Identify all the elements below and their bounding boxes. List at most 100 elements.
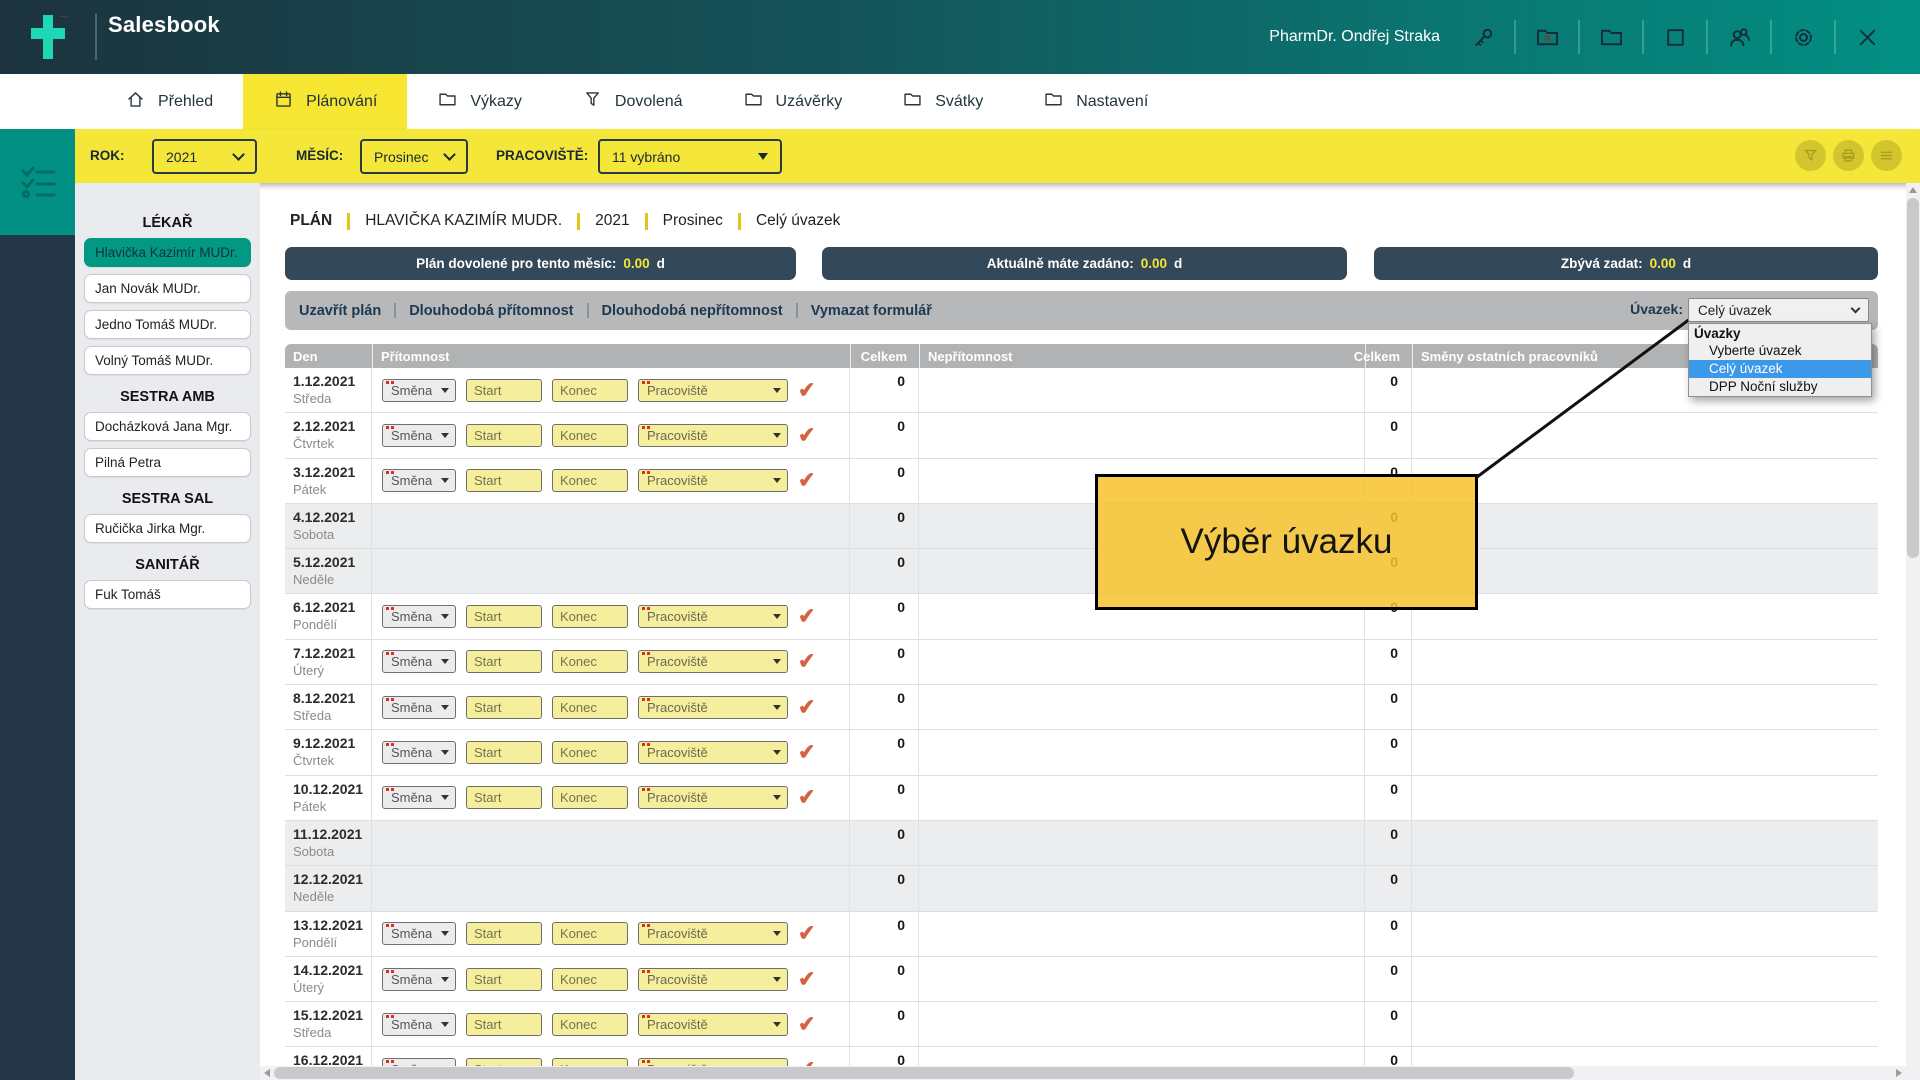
nav-tab-dovolená[interactable]: Dovolená	[552, 74, 713, 129]
smena-select[interactable]: Směna	[382, 424, 456, 447]
scroll-up-arrow[interactable]	[1909, 187, 1917, 193]
nav-tab-přehled[interactable]: Přehled	[95, 74, 243, 129]
start-input[interactable]	[466, 424, 542, 447]
menu-button[interactable]	[1871, 140, 1902, 171]
konec-input[interactable]	[552, 424, 628, 447]
smena-select[interactable]: Směna	[382, 1058, 456, 1066]
folder-new-icon[interactable]: N	[1530, 20, 1564, 54]
staff-item[interactable]: Volný Tomáš MUDr.	[84, 346, 251, 375]
nav-tab-svátky[interactable]: Svátky	[872, 74, 1013, 129]
staff-item[interactable]: Docházková Jana Mgr.	[84, 412, 251, 441]
gear-icon[interactable]	[1786, 20, 1820, 54]
pracoviste-select[interactable]: 11 vybráno	[598, 139, 782, 174]
rok-select[interactable]: 2021	[152, 139, 257, 174]
close-icon[interactable]	[1850, 20, 1884, 54]
confirm-check-icon[interactable]: ✔	[797, 1011, 816, 1037]
nav-tab-výkazy[interactable]: Výkazy	[407, 74, 552, 129]
pracoviste-select[interactable]: Pracoviště	[638, 922, 788, 945]
nav-tab-plánování[interactable]: Plánování	[243, 74, 407, 129]
pracoviste-select[interactable]: Pracoviště	[638, 379, 788, 402]
start-input[interactable]	[466, 605, 542, 628]
start-input[interactable]	[466, 379, 542, 402]
uvazek-dropdown-option[interactable]: Celý úvazek	[1689, 360, 1871, 378]
staff-item[interactable]: Hlavička Kazimír MUDr.	[84, 238, 251, 267]
confirm-check-icon[interactable]: ✔	[797, 1057, 816, 1066]
filter-button[interactable]	[1795, 140, 1826, 171]
start-input[interactable]	[466, 741, 542, 764]
smena-select[interactable]: Směna	[382, 605, 456, 628]
confirm-check-icon[interactable]: ✔	[797, 604, 816, 630]
smena-select[interactable]: Směna	[382, 741, 456, 764]
pracoviste-select[interactable]: Pracoviště	[638, 424, 788, 447]
horizontal-scrollbar-thumb[interactable]	[274, 1067, 1574, 1079]
staff-item[interactable]: Fuk Tomáš	[84, 580, 251, 609]
smena-select[interactable]: Směna	[382, 469, 456, 492]
start-input[interactable]	[466, 968, 542, 991]
nav-tab-uzávěrky[interactable]: Uzávěrky	[713, 74, 873, 129]
konec-input[interactable]	[552, 469, 628, 492]
vertical-scrollbar[interactable]	[1906, 183, 1920, 1080]
smena-select[interactable]: Směna	[382, 968, 456, 991]
konec-input[interactable]	[552, 605, 628, 628]
start-input[interactable]	[466, 786, 542, 809]
start-input[interactable]	[466, 1058, 542, 1066]
start-input[interactable]	[466, 922, 542, 945]
konec-input[interactable]	[552, 1013, 628, 1036]
folder-icon[interactable]	[1594, 20, 1628, 54]
toolbar-button[interactable]: Uzavřít plán	[299, 303, 381, 319]
pracoviste-select[interactable]: Pracoviště	[638, 650, 788, 673]
smena-select[interactable]: Směna	[382, 1013, 456, 1036]
pracoviste-select[interactable]: Pracoviště	[638, 1058, 788, 1066]
smena-select[interactable]: Směna	[382, 696, 456, 719]
pracoviste-select[interactable]: Pracoviště	[638, 696, 788, 719]
nav-tab-nastavení[interactable]: Nastavení	[1013, 74, 1178, 129]
confirm-check-icon[interactable]: ✔	[797, 785, 816, 811]
pracoviste-select[interactable]: Pracoviště	[638, 741, 788, 764]
mesic-select[interactable]: Prosinec	[360, 139, 468, 174]
pracoviste-select[interactable]: Pracoviště	[638, 605, 788, 628]
horizontal-scrollbar[interactable]	[260, 1066, 1906, 1080]
konec-input[interactable]	[552, 696, 628, 719]
confirm-check-icon[interactable]: ✔	[797, 377, 816, 403]
confirm-check-icon[interactable]: ✔	[797, 694, 816, 720]
print-button[interactable]	[1833, 140, 1864, 171]
start-input[interactable]	[466, 469, 542, 492]
uvazek-dropdown-option[interactable]: Vyberte úvazek	[1689, 342, 1871, 360]
users-icon[interactable]	[1722, 20, 1756, 54]
pracoviste-select[interactable]: Pracoviště	[638, 968, 788, 991]
sidebar-toggle-button[interactable]	[0, 129, 75, 235]
toolbar-button[interactable]: Vymazat formulář	[811, 303, 932, 319]
confirm-check-icon[interactable]: ✔	[797, 422, 816, 448]
konec-input[interactable]	[552, 968, 628, 991]
confirm-check-icon[interactable]: ✔	[797, 966, 816, 992]
scroll-right-arrow[interactable]	[1896, 1069, 1902, 1077]
uvazek-dropdown-option[interactable]: DPP Noční služby	[1689, 378, 1871, 396]
scroll-left-arrow[interactable]	[264, 1069, 270, 1077]
pracoviste-select[interactable]: Pracoviště	[638, 469, 788, 492]
square-icon[interactable]	[1658, 20, 1692, 54]
pracoviste-select[interactable]: Pracoviště	[638, 786, 788, 809]
start-input[interactable]	[466, 1013, 542, 1036]
staff-item[interactable]: Jan Novák MUDr.	[84, 274, 251, 303]
vertical-scrollbar-thumb[interactable]	[1907, 198, 1919, 558]
confirm-check-icon[interactable]: ✔	[797, 921, 816, 947]
start-input[interactable]	[466, 696, 542, 719]
konec-input[interactable]	[552, 922, 628, 945]
uvazek-select[interactable]: Celý úvazek	[1688, 298, 1869, 322]
staff-item[interactable]: Ručička Jirka Mgr.	[84, 514, 251, 543]
konec-input[interactable]	[552, 1058, 628, 1066]
smena-select[interactable]: Směna	[382, 786, 456, 809]
collapse-arrow-icon[interactable]: →	[56, 6, 71, 23]
staff-item[interactable]: Pilná Petra	[84, 448, 251, 477]
smena-select[interactable]: Směna	[382, 922, 456, 945]
smena-select[interactable]: Směna	[382, 650, 456, 673]
key-icon[interactable]	[1466, 20, 1500, 54]
toolbar-button[interactable]: Dlouhodobá nepřítomnost	[602, 303, 783, 319]
konec-input[interactable]	[552, 741, 628, 764]
staff-item[interactable]: Jedno Tomáš MUDr.	[84, 310, 251, 339]
konec-input[interactable]	[552, 379, 628, 402]
konec-input[interactable]	[552, 786, 628, 809]
pracoviste-select[interactable]: Pracoviště	[638, 1013, 788, 1036]
start-input[interactable]	[466, 650, 542, 673]
confirm-check-icon[interactable]: ✔	[797, 739, 816, 765]
